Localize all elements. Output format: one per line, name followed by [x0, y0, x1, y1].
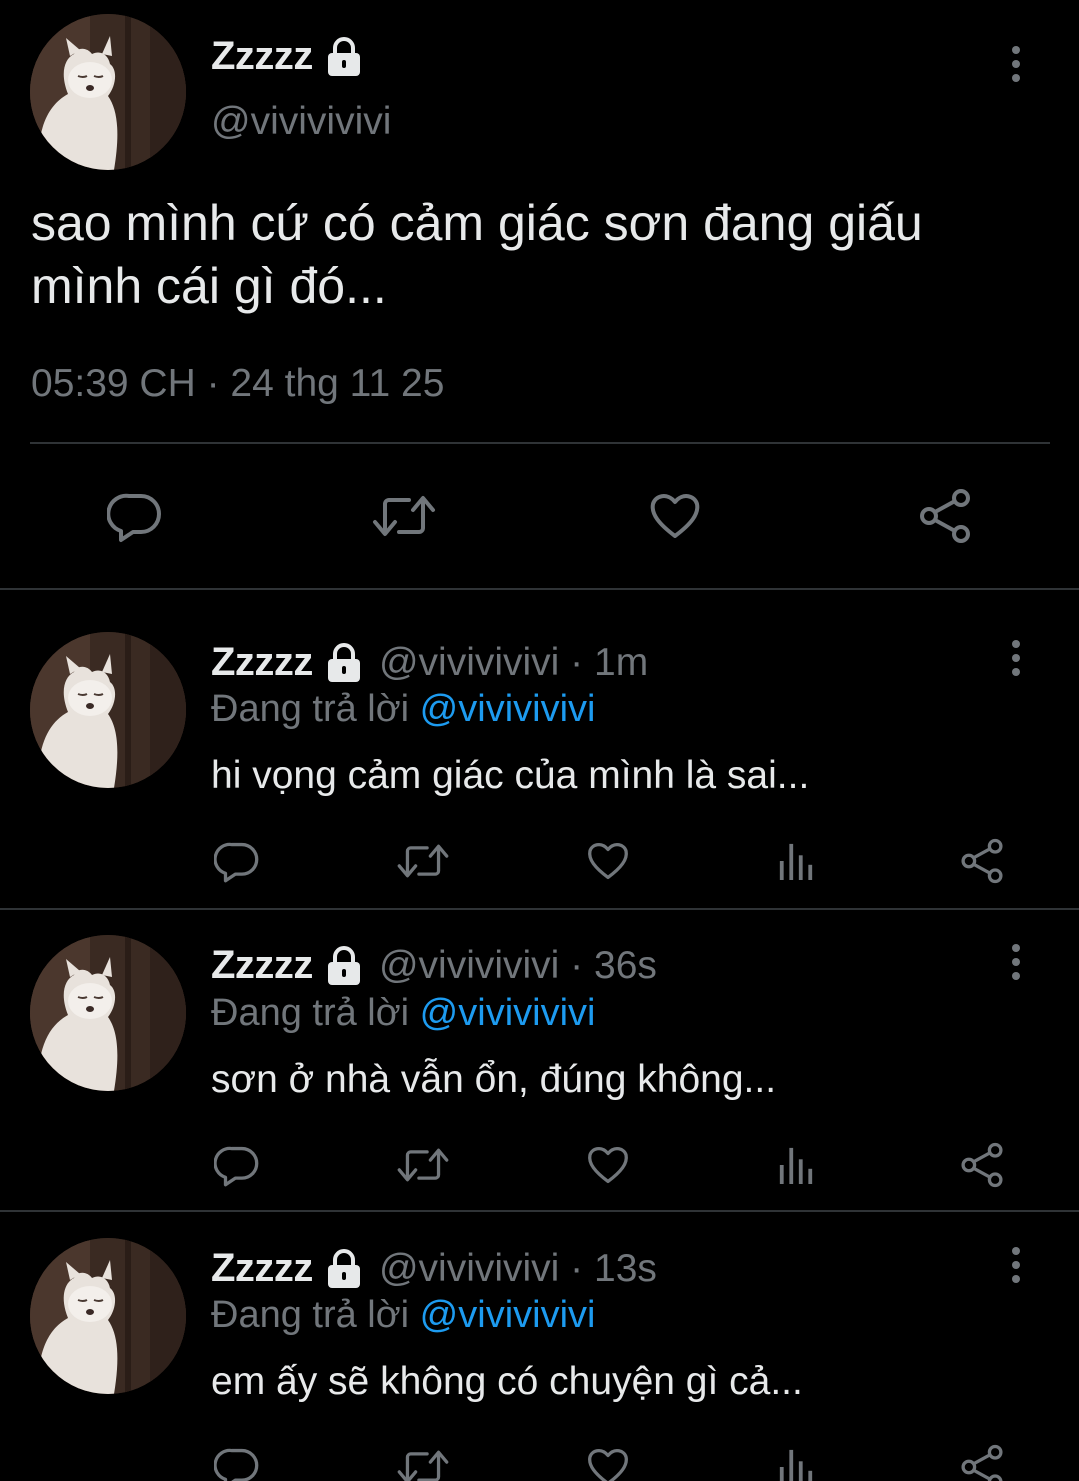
reply-tweet[interactable]: Zzzzz @vivivivivi · 36s Đang trả lời @vi… [0, 910, 1079, 1210]
tweet-text: sao mình cứ có cảm giác sơn đang giấu mì… [31, 195, 923, 314]
tweet-timestamp[interactable]: 05:39 CH · 24 thg 11 25 [31, 362, 444, 406]
display-name[interactable]: Zzzzz [211, 1246, 313, 1291]
heart-icon[interactable] [585, 1444, 631, 1481]
mention-link[interactable]: @vivivivivi [420, 688, 596, 730]
lock-icon [323, 945, 365, 987]
retweet-icon[interactable] [396, 838, 450, 884]
lock-icon [323, 36, 365, 78]
analytics-icon[interactable] [777, 840, 815, 882]
replying-to: Đang trả lời @vivivivivi [211, 992, 595, 1035]
share-icon[interactable] [959, 1444, 1005, 1481]
author-name-row: Zzzzz [211, 34, 365, 79]
heart-icon[interactable] [585, 1142, 631, 1188]
more-vertical-icon[interactable] [1001, 1243, 1031, 1287]
share-icon[interactable] [959, 1142, 1005, 1188]
handle-and-time: @vivivivivi · 1m [378, 640, 649, 684]
more-vertical-icon[interactable] [1001, 940, 1031, 984]
author-name-row: Zzzzz @vivivivivi · 1m [211, 640, 648, 685]
reply-tweet[interactable]: Zzzzz @vivivivivi · 1m Đang trả lời @viv… [0, 590, 1079, 908]
analytics-icon[interactable] [777, 1144, 815, 1186]
replying-prefix: Đang trả lời [211, 688, 420, 730]
avatar[interactable] [30, 632, 186, 788]
author-handle[interactable]: @vivivivivi [211, 100, 391, 144]
lock-icon [323, 642, 365, 684]
handle-and-time: @vivivivivi · 13s [378, 1246, 657, 1290]
retweet-icon[interactable] [396, 1142, 450, 1188]
share-icon[interactable] [959, 838, 1005, 884]
avatar[interactable] [30, 935, 186, 1091]
handle-and-time: @vivivivivi · 36s [378, 943, 657, 987]
reply-text: em ấy sẽ không có chuyện gì cả... [211, 1360, 803, 1403]
author-name-row: Zzzzz @vivivivivi · 36s [211, 943, 657, 988]
main-tweet: Zzzzz @vivivivivi sao mình cứ có cảm giá… [0, 0, 1079, 588]
display-name[interactable]: Zzzzz [211, 640, 313, 685]
avatar[interactable] [30, 1238, 186, 1394]
display-name[interactable]: Zzzzz [211, 34, 313, 79]
more-vertical-icon[interactable] [1001, 636, 1031, 680]
handle-row: @vivivivivi [211, 100, 391, 144]
retweet-icon[interactable] [396, 1444, 450, 1481]
replying-to: Đang trả lời @vivivivivi [211, 1294, 595, 1337]
divider [30, 442, 1050, 444]
lock-icon [323, 1248, 365, 1290]
mention-link[interactable]: @vivivivivi [420, 1294, 596, 1336]
reply-tweet[interactable]: Zzzzz @vivivivivi · 13s Đang trả lời @vi… [0, 1212, 1079, 1481]
retweet-icon[interactable] [371, 488, 437, 544]
replying-to: Đang trả lời @vivivivivi [211, 688, 595, 731]
analytics-icon[interactable] [777, 1446, 815, 1481]
more-vertical-icon[interactable] [1001, 42, 1031, 86]
reply-text: hi vọng cảm giác của mình là sai... [211, 754, 810, 797]
share-icon[interactable] [917, 488, 973, 544]
display-name[interactable]: Zzzzz [211, 943, 313, 988]
replying-prefix: Đang trả lời [211, 1294, 420, 1336]
comment-bubble-icon[interactable] [214, 1142, 260, 1188]
heart-icon[interactable] [585, 838, 631, 884]
comment-bubble-icon[interactable] [214, 1444, 260, 1481]
reply-text: sơn ở nhà vẫn ổn, đúng không... [211, 1058, 777, 1101]
mention-link[interactable]: @vivivivivi [420, 992, 596, 1034]
heart-icon[interactable] [647, 488, 703, 544]
comment-bubble-icon[interactable] [107, 488, 163, 544]
avatar[interactable] [30, 14, 186, 170]
author-name-row: Zzzzz @vivivivivi · 13s [211, 1246, 657, 1291]
replying-prefix: Đang trả lời [211, 992, 420, 1034]
comment-bubble-icon[interactable] [214, 838, 260, 884]
